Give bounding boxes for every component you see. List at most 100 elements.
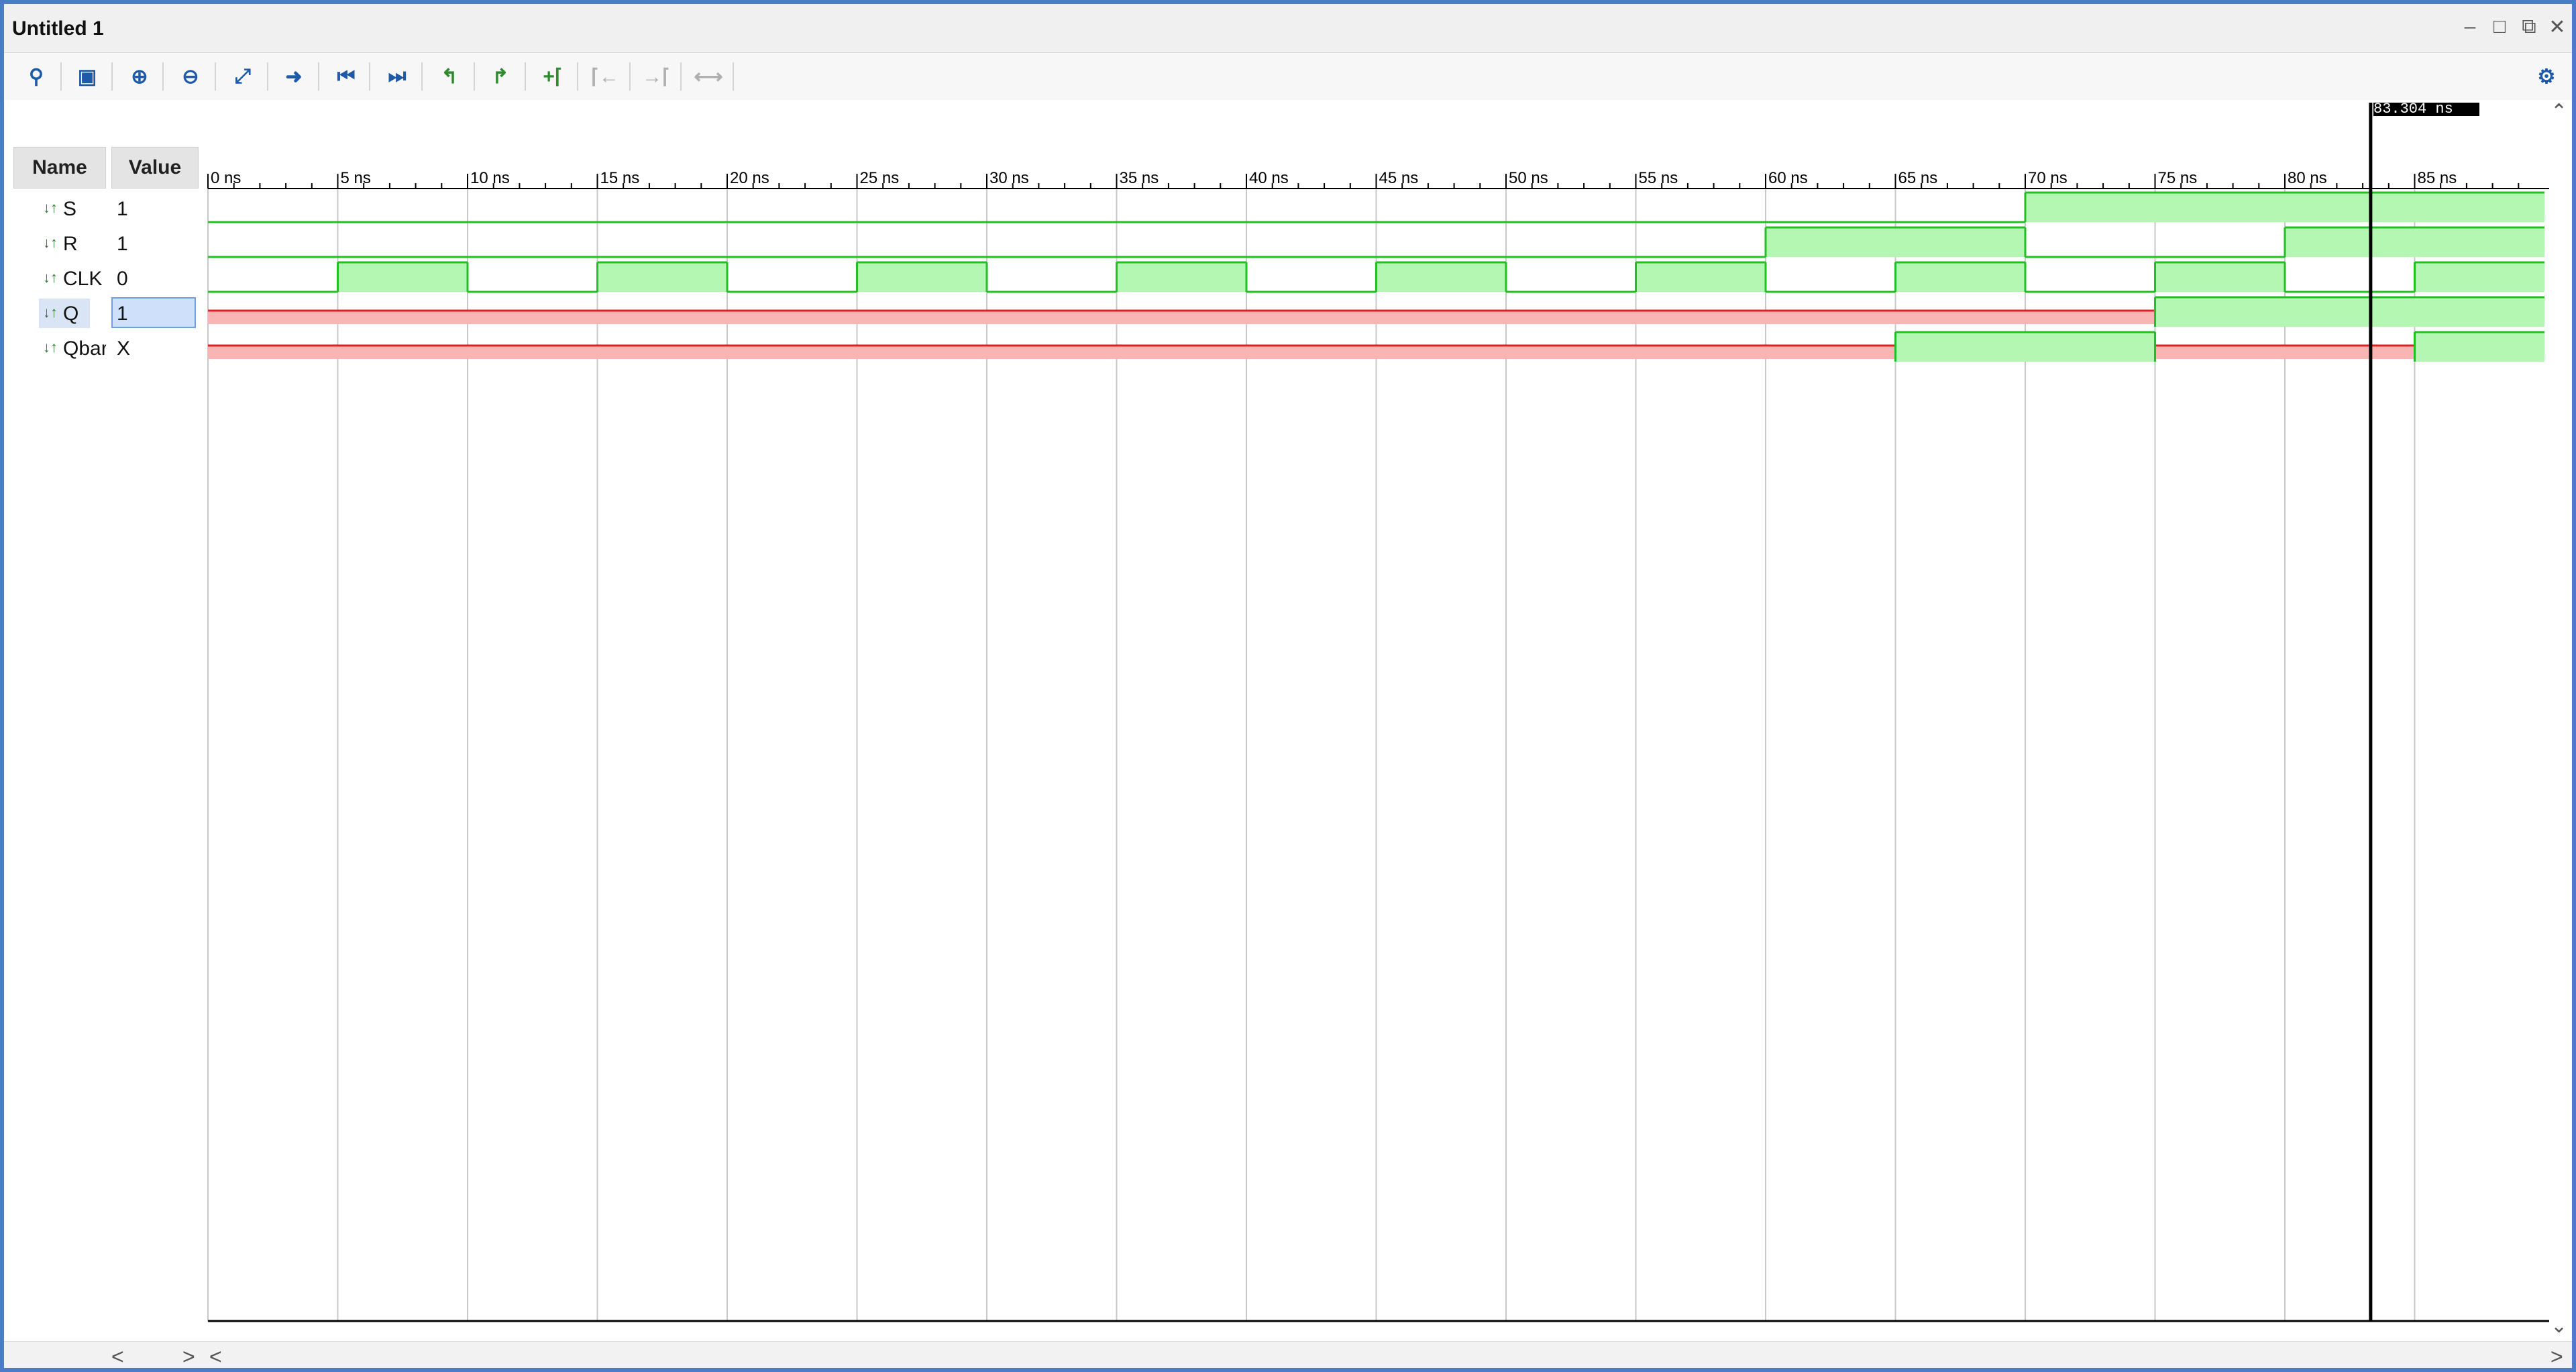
wave-high-clk: [2414, 262, 2544, 292]
time-tick-label: 70 ns: [2028, 169, 2068, 187]
signal-name: Qbar: [63, 337, 106, 360]
go-to-end-icon[interactable]: ⏭: [378, 60, 416, 93]
search-icon[interactable]: ⚲: [17, 60, 55, 93]
time-tick-label: 80 ns: [2288, 169, 2327, 187]
wave-high-clk: [1635, 262, 1766, 292]
wave-high-clk: [857, 262, 987, 292]
signal-value: 0: [117, 268, 128, 290]
time-tick-label: 20 ns: [730, 169, 769, 187]
toolbar-separator: [162, 62, 164, 91]
signal-row-clk[interactable]: ↓↑ CLK 0: [4, 261, 205, 296]
go-to-cursor-icon[interactable]: ➜: [275, 60, 313, 93]
toolbar: ⚲ ▣ ⊕ ⊖ ⤢ ➜ ⏮ ⏭ ↰ ↱ +⌈ ⌈← →⌈ ⟷ ⚙: [4, 53, 2572, 101]
time-tick-label: 40 ns: [1249, 169, 1289, 187]
toolbar-separator: [318, 62, 319, 91]
add-marker-icon[interactable]: +⌈: [534, 60, 572, 93]
signal-name: R: [63, 233, 78, 255]
time-tick-label: 65 ns: [1898, 169, 1938, 187]
toolbar-separator: [525, 62, 526, 91]
value-column-header[interactable]: Value: [111, 147, 199, 189]
wave-unknown-qbar: [208, 346, 1896, 359]
horizontal-scrollbar[interactable]: < > < >: [4, 1341, 2572, 1368]
cursor-time-label: 83.304 ns: [2373, 103, 2479, 116]
toolbar-separator: [215, 62, 216, 91]
title-bar: Untitled 1 – □ ⧉ ✕: [4, 4, 2572, 53]
zoom-out-icon[interactable]: ⊖: [172, 60, 209, 93]
toolbar-separator: [369, 62, 370, 91]
signal-value: 1: [117, 198, 128, 220]
toolbar-separator: [629, 62, 631, 91]
toolbar-separator: [474, 62, 475, 91]
next-marker-icon[interactable]: →⌈: [637, 60, 675, 93]
toolbar-separator: [733, 62, 734, 91]
time-tick-label: 85 ns: [2418, 169, 2457, 187]
wave-high-r: [2285, 227, 2544, 257]
gear-icon[interactable]: ⚙: [2528, 60, 2565, 93]
time-tick-label: 5 ns: [341, 169, 371, 187]
previous-transition-icon[interactable]: ↰: [431, 60, 468, 93]
zoom-in-icon[interactable]: ⊕: [121, 60, 158, 93]
next-transition-icon[interactable]: ↱: [482, 60, 519, 93]
scroll-down-icon[interactable]: ⌄: [2551, 1314, 2567, 1338]
signal-icon: ↓↑: [43, 339, 58, 356]
maximize-icon[interactable]: □: [2486, 13, 2513, 40]
toolbar-separator: [680, 62, 682, 91]
signal-value: 1: [117, 233, 128, 255]
zoom-fit-icon[interactable]: ⤢: [224, 60, 262, 93]
wave-high-qbar: [2414, 332, 2544, 362]
save-icon[interactable]: ▣: [68, 60, 106, 93]
scroll-up-icon[interactable]: ⌃: [2551, 100, 2567, 123]
name-column-header[interactable]: Name: [13, 147, 106, 189]
wave-unknown-qbar: [2155, 346, 2415, 359]
signal-row-q[interactable]: ↓↑ Q 1: [4, 296, 205, 331]
restore-icon[interactable]: ⧉: [2516, 13, 2542, 40]
previous-marker-icon[interactable]: ⌈←: [586, 60, 624, 93]
wave-high-r: [1766, 227, 2025, 257]
signal-icon: ↓↑: [43, 269, 58, 286]
wave-high-s: [2025, 193, 2544, 222]
waveform-canvas[interactable]: 0 ns 5 ns 10 ns 15 ns 20 ns 25 ns 30 ns 35 ns 40…: [4, 100, 2572, 1341]
wave-high-clk: [1376, 262, 1506, 292]
signal-icon: ↓↑: [43, 304, 58, 321]
signal-icon: ↓↑: [43, 199, 58, 216]
wave-unknown-q: [208, 311, 2155, 324]
go-to-start-icon[interactable]: ⏮: [327, 60, 365, 93]
signal-icon: ↓↑: [43, 234, 58, 251]
signal-name: CLK: [63, 268, 103, 290]
wave-high-clk: [2155, 262, 2285, 292]
time-tick-label: 45 ns: [1379, 169, 1419, 187]
signal-row-s[interactable]: ↓↑ S 1: [4, 191, 205, 226]
time-tick-label: 55 ns: [1639, 169, 1678, 187]
signal-name: S: [63, 198, 77, 220]
time-tick-label: 30 ns: [989, 169, 1029, 187]
wave-scroll-right-icon[interactable]: >: [2551, 1344, 2563, 1368]
time-tick-label: 10 ns: [470, 169, 510, 187]
wave-high-clk: [597, 262, 727, 292]
wave-high-clk: [337, 262, 468, 292]
waveform-area: 0 ns 5 ns 10 ns 15 ns 20 ns 25 ns 30 ns 35 ns 40…: [4, 100, 2572, 1341]
toolbar-separator: [111, 62, 113, 91]
close-icon[interactable]: ✕: [2544, 13, 2571, 40]
minimize-icon[interactable]: –: [2457, 13, 2483, 40]
signal-value: 1: [117, 303, 128, 325]
names-scroll-right-icon[interactable]: >: [182, 1344, 195, 1368]
swap-cursors-icon[interactable]: ⟷: [690, 60, 727, 93]
time-tick-label: 50 ns: [1509, 169, 1548, 187]
signal-row-r[interactable]: ↓↑ R 1: [4, 226, 205, 261]
window-title: Untitled 1: [12, 17, 104, 40]
wave-high-clk: [1895, 262, 2025, 292]
time-tick-label: 15 ns: [600, 169, 640, 187]
toolbar-separator: [577, 62, 578, 91]
time-tick-label: 60 ns: [1768, 169, 1808, 187]
waveform-window: Untitled 1 – □ ⧉ ✕ ⚲ ▣ ⊕ ⊖ ⤢ ➜ ⏮ ⏭ ↰ ↱ +…: [0, 0, 2576, 1372]
time-tick-label: 35 ns: [1120, 169, 1159, 187]
time-tick-label: 75 ns: [2158, 169, 2198, 187]
signal-row-qbar[interactable]: ↓↑ Qbar X: [4, 331, 205, 366]
signal-name: Q: [63, 303, 79, 325]
wave-high-qbar: [1895, 332, 2155, 362]
toolbar-separator: [421, 62, 423, 91]
signal-value: X: [117, 337, 131, 360]
wave-scroll-left-icon[interactable]: <: [209, 1344, 222, 1368]
names-scroll-left-icon[interactable]: <: [111, 1344, 124, 1368]
time-tick-label: 25 ns: [860, 169, 900, 187]
